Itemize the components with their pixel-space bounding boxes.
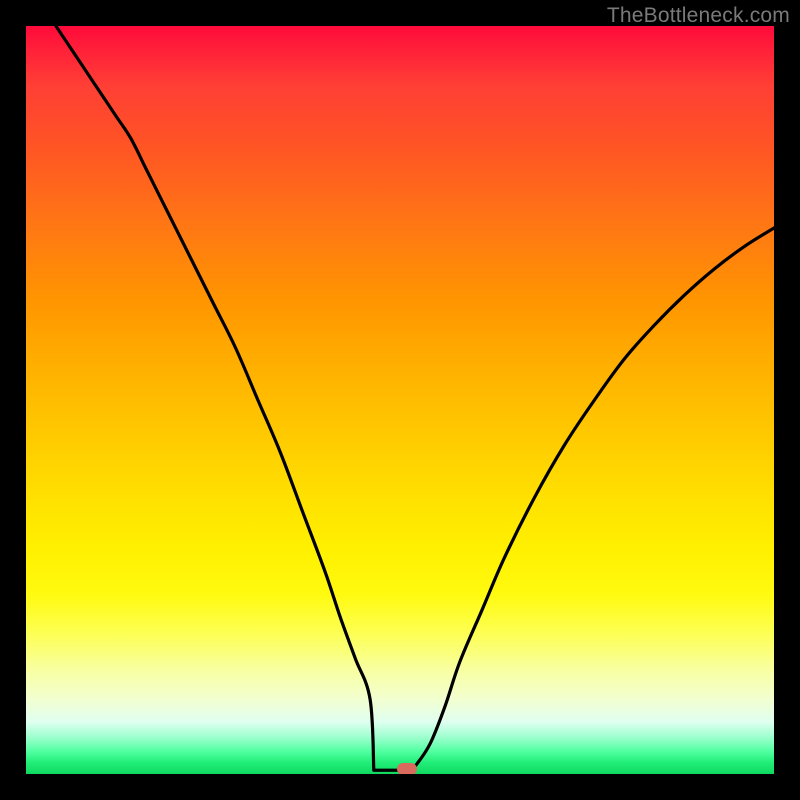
watermark-text: TheBottleneck.com bbox=[607, 4, 790, 28]
optimum-marker bbox=[397, 763, 417, 774]
plot-area bbox=[26, 26, 774, 774]
bottleneck-curve bbox=[56, 26, 774, 770]
chart-container: TheBottleneck.com bbox=[0, 0, 800, 800]
curve-layer bbox=[26, 26, 774, 774]
